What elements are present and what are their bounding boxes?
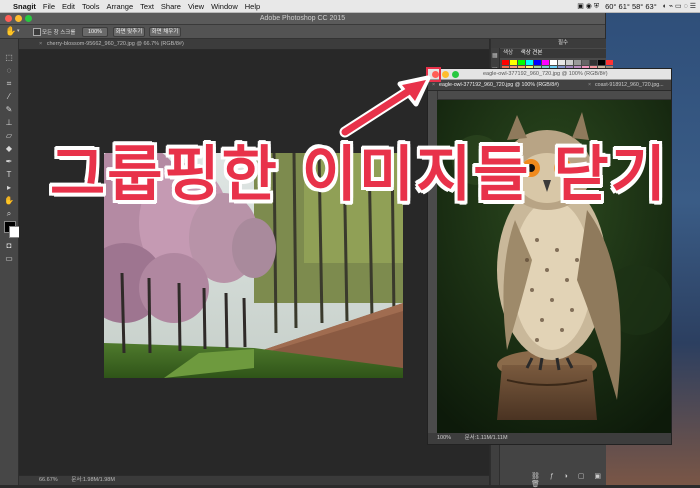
floating-document-window[interactable]: eagle-owl-377192_960_720.jpg @ 100% (RGB… <box>427 68 672 445</box>
floating-zoom-level[interactable]: 100% <box>437 435 451 441</box>
window-title: Adobe Photoshop CC 2015 <box>259 15 346 22</box>
fill-screen-button[interactable]: 화면 채우기 <box>149 27 181 37</box>
document-tab[interactable]: × cherry-blossom-95662_960_720.jpg @ 66.… <box>19 39 489 50</box>
close-icon[interactable]: × <box>39 41 42 47</box>
eraser-tool-icon[interactable]: ▱ <box>3 131 15 141</box>
close-icon[interactable]: × <box>588 80 591 90</box>
menu-item-text[interactable]: Text <box>140 2 154 11</box>
floating-window-title-bar[interactable]: eagle-owl-377192_960_720.jpg @ 100% (RGB… <box>428 69 671 80</box>
path-select-tool-icon[interactable]: ▸ <box>3 183 15 193</box>
menu-item-file[interactable]: File <box>43 2 55 11</box>
tab-coast[interactable]: coast-918912_960_720.jpg... <box>595 80 664 90</box>
history-icon[interactable]: ▦ <box>492 52 498 59</box>
menu-item-edit[interactable]: Edit <box>62 2 75 11</box>
marquee-tool-icon[interactable]: ⬚ <box>3 53 15 63</box>
floating-window-tabs: × eagle-owl-377192_960_720.jpg @ 100% (R… <box>428 80 671 91</box>
menubar-temperature: 60° 61° 58° 63° <box>605 1 657 11</box>
fit-screen-button[interactable]: 화면 맞추기 <box>113 27 145 37</box>
tab-color[interactable]: 색상 <box>503 50 513 56</box>
pen-tool-icon[interactable]: ✒ <box>3 157 15 167</box>
workspace-label[interactable]: 필수 <box>558 39 568 48</box>
menu-app-name[interactable]: Snagit <box>13 2 36 11</box>
scroll-all-windows-checkbox[interactable] <box>33 28 41 36</box>
floating-minimize-button[interactable] <box>442 70 449 78</box>
zoom-button[interactable] <box>25 15 32 22</box>
quick-mask-icon[interactable]: ◘ <box>3 241 15 251</box>
layer-actions-icons[interactable]: ⛓ ƒ ◑ ▢ ▣ 🗑 <box>531 472 606 488</box>
chevron-down-icon[interactable]: ▾ <box>17 28 20 34</box>
brush-tool-icon[interactable]: ✎ <box>3 105 15 115</box>
status-icons[interactable]: ▣ ◉ ⛨ <box>577 2 599 11</box>
zoom-level[interactable]: 66.67% <box>39 477 58 483</box>
scroll-all-windows-label: 모든 창 스크롤 <box>42 30 76 36</box>
type-tool-icon[interactable]: T <box>3 170 15 180</box>
status-bar: 66.67% 문서:1.98M/1.98M <box>19 476 489 485</box>
close-button[interactable] <box>5 15 12 22</box>
document-tab-label: cherry-blossom-95662_960_720.jpg @ 66.7%… <box>46 41 184 47</box>
hand-tool-icon[interactable]: ✋ <box>5 26 16 37</box>
menu-item-view[interactable]: View <box>188 2 204 11</box>
photoshop-title-bar: Adobe Photoshop CC 2015 <box>0 13 605 25</box>
floating-status-bar: 100% 문서:1.11M/1.11M <box>428 433 671 444</box>
tab-eagle-owl[interactable]: eagle-owl-377192_960_720.jpg @ 100% (RGB… <box>439 80 559 90</box>
floating-document-size: 문서:1.11M/1.11M <box>464 435 508 441</box>
menubar-status-area: ▣ ◉ ⛨ 60° 61° 58° 63° ◐ ⌁ ▭ ◌ ☰ <box>577 0 696 12</box>
menu-item-help[interactable]: Help <box>245 2 260 11</box>
crop-tool-icon[interactable]: ⌗ <box>3 79 15 89</box>
annotation-arrow <box>339 75 431 138</box>
stamp-tool-icon[interactable]: ⊥ <box>3 118 15 128</box>
floating-window-title: eagle-owl-377192_960_720.jpg @ 100% (RGB… <box>483 71 608 77</box>
tutorial-title: 그룹핑한 이미지들 닫기 <box>50 140 668 210</box>
tab-swatches[interactable]: 색상 견본 <box>521 50 543 56</box>
menu-bar: Snagit File Edit Tools Arrange Text Shar… <box>0 0 700 13</box>
panel-header: 필수 <box>491 39 606 48</box>
minimize-button[interactable] <box>15 15 22 22</box>
blur-tool-icon[interactable]: ◆ <box>3 144 15 154</box>
eyedropper-tool-icon[interactable]: ⁄ <box>3 92 15 102</box>
menu-item-arrange[interactable]: Arrange <box>106 2 133 11</box>
options-bar: ✋ ▾ 모든 창 스크롤 100% 화면 맞추기 화면 채우기 <box>0 25 605 39</box>
tools-panel: ⬚ ◌ ⌗ ⁄ ✎ ⊥ ▱ ◆ ✒ T ▸ ✋ ⌕ ◘ ▭ <box>0 39 21 485</box>
color-panel-tabs: 색상 색상 견본 <box>500 49 606 58</box>
screen-mode-icon[interactable]: ▭ <box>3 254 15 264</box>
floating-zoom-button[interactable] <box>452 70 459 78</box>
menu-item-share[interactable]: Share <box>161 2 181 11</box>
zoom-100-button[interactable]: 100% <box>82 27 108 37</box>
hand-tool-icon[interactable]: ✋ <box>3 196 15 206</box>
ruler-horizontal <box>437 91 671 100</box>
menubar-extra-icons[interactable]: ◐ ⌁ ▭ ◌ ☰ <box>663 2 696 10</box>
menu-item-window[interactable]: Window <box>211 2 238 11</box>
document-size: 문서:1.98M/1.98M <box>71 477 115 483</box>
lasso-tool-icon[interactable]: ◌ <box>3 66 15 76</box>
zoom-tool-icon[interactable]: ⌕ <box>3 209 15 219</box>
menu-item-tools[interactable]: Tools <box>82 2 100 11</box>
